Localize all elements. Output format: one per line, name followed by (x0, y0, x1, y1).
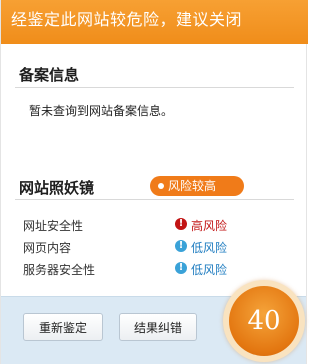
site-safety-panel: 经鉴定此网站较危险，建议关闭 备案信息 暂未查询到网站备案信息。 网站照妖镜 风… (0, 0, 308, 364)
exclamation-icon: ! (175, 218, 187, 230)
record-section-divider (15, 87, 294, 88)
warning-header: 经鉴定此网站较危险，建议关闭 (1, 0, 308, 44)
url-safety-status: ! 高风险 (175, 217, 227, 234)
url-safety-label: 网址安全性 (23, 219, 84, 233)
page-content-status: ! 低风险 (175, 239, 227, 256)
mirror-section-divider (15, 199, 294, 200)
record-message: 暂未查询到网站备案信息。 (29, 104, 174, 118)
report-error-button[interactable]: 结果纠错 (119, 313, 197, 341)
safety-score-ring: 40 (223, 280, 305, 362)
exclamation-icon: ! (175, 262, 187, 274)
server-safety-label: 服务器安全性 (23, 263, 96, 277)
server-safety-status: ! 低风险 (175, 261, 227, 278)
recheck-button[interactable]: 重新鉴定 (23, 313, 103, 341)
mirror-section-title: 网站照妖镜 (19, 179, 95, 197)
risk-level-badge: 风险较高 (150, 176, 244, 196)
risk-badge-label: 风险较高 (168, 179, 217, 193)
badge-dot-icon (158, 183, 164, 189)
exclamation-icon: ! (175, 240, 187, 252)
safety-score: 40 (229, 286, 299, 356)
record-section-title: 备案信息 (19, 66, 80, 84)
page-content-label: 网页内容 (23, 241, 72, 255)
